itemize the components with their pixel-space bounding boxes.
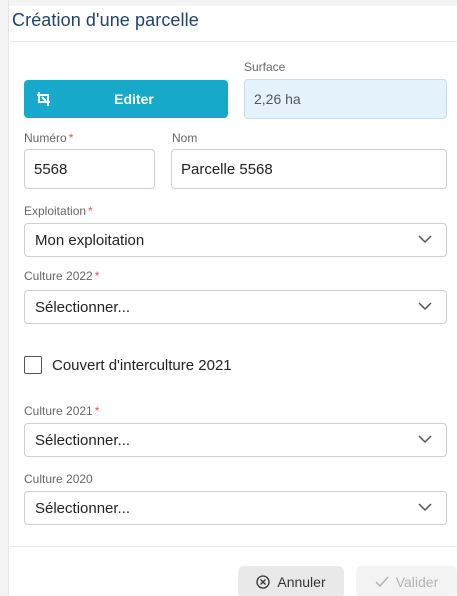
cancel-button-label: Annuler [277,574,326,590]
validate-button[interactable]: Valider [356,566,457,596]
edit-button-label: Editer [114,91,154,107]
required-marker: * [94,269,100,283]
numero-input[interactable]: 5568 [24,149,155,189]
culture-2022-label: Culture 2022 * [24,269,99,283]
surface-label: Surface [244,60,286,74]
cancel-button[interactable]: Annuler [238,566,344,596]
crop-edit-icon [37,92,50,106]
culture-2021-selected-value: Sélectionner... [35,432,131,449]
left-edge-panel [0,0,9,596]
couvert-row: Couvert d'interculture 2021 [24,356,232,374]
nom-label: Nom [172,131,198,145]
couvert-label: Couvert d'interculture 2021 [52,356,232,374]
numero-label-text: Numéro [24,131,67,145]
exploitation-label: Exploitation * [24,204,93,218]
culture-2020-selected-value: Sélectionner... [35,500,131,517]
required-marker: * [94,404,100,418]
culture-2020-label: Culture 2020 [24,472,93,486]
chevron-down-icon [418,235,432,244]
footer-divider [10,546,457,547]
exploitation-selected-value: Mon exploitation [35,232,145,249]
dialog-title: Création d'une parcelle [12,10,199,30]
chevron-down-icon [418,503,432,512]
chevron-down-icon [418,435,432,444]
numero-label: Numéro * [24,131,73,145]
chevron-down-icon [418,302,432,311]
culture-2022-selected-value: Sélectionner... [35,299,131,316]
culture-2022-select[interactable]: Sélectionner... [24,290,447,324]
culture-2021-select[interactable]: Sélectionner... [24,423,447,457]
culture-2021-label: Culture 2021 * [24,404,99,418]
exploitation-select[interactable]: Mon exploitation [24,223,447,257]
check-icon [375,576,389,588]
couvert-checkbox[interactable] [24,356,42,374]
required-marker: * [68,131,74,145]
circle-x-icon [256,575,271,589]
title-divider [10,41,457,42]
validate-button-label: Valider [395,574,439,590]
required-marker: * [88,204,93,218]
edit-button[interactable]: Editer [24,80,228,118]
culture-2021-label-text: Culture 2021 [24,404,93,418]
top-strip [0,0,457,6]
culture-2022-label-text: Culture 2022 [24,269,93,283]
surface-value: 2,26 ha [244,79,447,119]
exploitation-label-text: Exploitation [24,204,87,218]
culture-2020-select[interactable]: Sélectionner... [24,491,447,525]
nom-input[interactable]: Parcelle 5568 [171,149,447,189]
